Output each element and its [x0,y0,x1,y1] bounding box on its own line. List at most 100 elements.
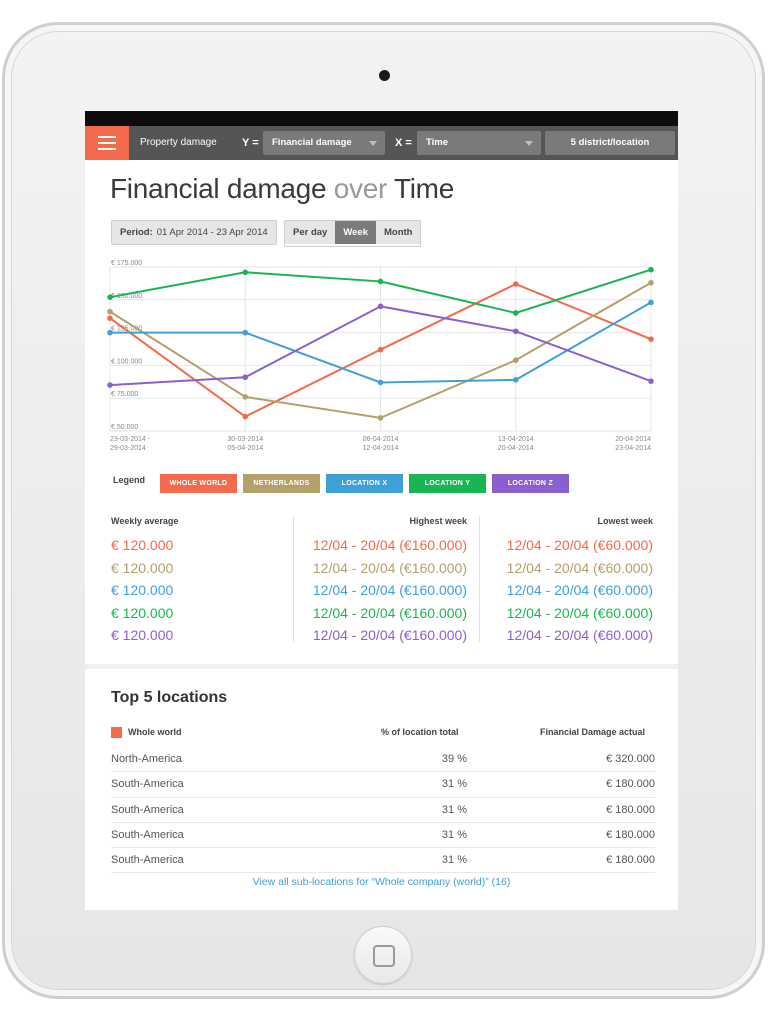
column-divider [293,516,294,642]
top-toolbar: Property damage Y = Financial damage X =… [85,126,678,160]
location-name: South-America [111,828,184,841]
data-point [242,269,249,276]
chevron-down-icon [369,141,377,146]
legend-label: Legend [113,475,146,485]
x-tick-label: 12-04-2014 [363,445,399,452]
data-point [512,310,519,316]
period-picker[interactable]: Period: 01 Apr 2014 - 23 Apr 2014 [111,220,277,245]
location-name: South-America [111,778,184,791]
location-name: South-America [111,803,184,816]
table-row[interactable]: South-America 31 % € 180.000 [111,823,655,849]
lowest-week-value: 12/04 - 20/04 (€60.000) [506,582,653,598]
y-axis-select[interactable]: Financial damage [263,131,385,155]
weekly-average-value: € 120.000 [111,559,174,576]
location-damage: € 180.000 [606,803,655,816]
data-point [242,413,249,420]
highest-week-heading: Highest week [409,516,467,526]
weekly-average-value: € 120.000 [111,627,174,643]
home-button[interactable] [354,926,412,984]
table-row[interactable]: North-America 39 % € 320.000 [111,747,655,773]
data-point [107,382,113,388]
granularity-week[interactable]: Week [335,221,376,244]
camera-dot [379,70,390,81]
location-damage: € 180.000 [606,854,655,867]
locations-title: Top 5 locations [111,689,228,706]
pct-column-header: % of location total [381,727,459,737]
view-all-sublocations-link[interactable]: View all sub-locations for “Whole compan… [85,876,678,888]
legend-item[interactable]: LOCATION Y [409,474,486,493]
location-damage: € 180.000 [606,828,655,841]
data-point [242,374,249,381]
table-row[interactable]: South-America 31 % € 180.000 [111,798,655,823]
x-tick-label: 23-03-2014 - [110,436,151,443]
period-value: 01 Apr 2014 - 23 Apr 2014 [156,227,268,238]
highest-week-value: 12/04 - 20/04 (€160.000) [312,559,467,576]
location-percent: 31 % [441,828,467,841]
location-percent: 31 % [441,778,467,791]
y-axis-prefix: Y = [242,137,259,149]
highest-week-column: Highest week 12/04 - 20/04 (€160.000) 12/… [295,516,467,647]
legend-item[interactable]: LOCATION X [326,474,403,493]
data-point [648,378,654,384]
column-divider [479,516,480,642]
x-axis-prefix: X = [395,137,412,149]
title-connector: over [333,173,388,204]
data-point [648,336,654,342]
x-tick-label: 29-03-2014 [110,445,146,452]
legend: WHOLE WORLD NETHERLANDS LOCATION X LOCATION… [160,474,569,493]
lowest-week-column: Lowest week 12/04 - 20/04 (€60.000) 12/04… [485,516,653,647]
status-bar [85,111,678,126]
location-damage: € 180.000 [606,778,655,791]
table-row[interactable]: South-America 31 % € 180.000 [111,848,655,874]
x-tick-label: 05-04-2014 [227,445,263,452]
data-point [377,278,384,285]
table-row[interactable]: South-America 31 % € 180.000 [111,772,655,798]
legend-item[interactable]: LOCATION Z [492,474,569,493]
location-percent: 31 % [441,803,467,816]
data-point [242,329,249,336]
lowest-week-heading: Lowest week [597,516,653,526]
whole-world-swatch [111,727,122,739]
data-point [377,379,384,386]
highest-week-value: 12/04 - 20/04 (€160.000) [312,627,467,643]
section-divider [85,664,678,669]
x-axis-select[interactable]: Time [417,131,541,155]
data-point [242,394,249,400]
location-percent: 31 % [441,854,467,867]
page-title: Financial damage over Time [110,173,454,205]
y-axis-select-value: Financial damage [272,137,352,148]
weekly-average-value: € 120.000 [111,537,174,553]
data-point [107,308,113,315]
location-filter-button[interactable]: 5 district/location [545,131,675,155]
y-tick-label: € 100.000 [111,358,142,365]
data-point [107,294,113,300]
legend-item[interactable]: WHOLE WORLD [160,474,237,493]
granularity-month[interactable]: Month [375,221,421,244]
x-tick-label: 20-04-2014 [498,445,534,452]
x-tick-label: 30-03-2014 [227,436,263,443]
lowest-week-value: 12/04 - 20/04 (€60.000) [506,627,653,643]
highest-week-value: 12/04 - 20/04 (€160.000) [312,582,467,598]
title-dimension: Time [393,173,454,204]
y-tick-label: € 175.000 [111,260,142,267]
weekly-average-value: € 120.000 [111,604,174,621]
location-percent: 39 % [441,753,467,765]
locations-table: North-America 39 % € 320.000 South-America 3… [111,747,655,874]
granularity-per-day[interactable]: Per day [285,221,336,244]
y-tick-label: € 75.000 [111,391,138,398]
legend-item[interactable]: NETHERLANDS [243,474,320,493]
title-measure: Financial damage [110,173,327,204]
data-point [648,266,654,273]
hamburger-menu-icon[interactable] [85,126,129,160]
weekly-average-value: € 120.000 [111,582,174,598]
location-name: South-America [111,854,184,867]
x-tick-label: 20-04-2014 [615,436,651,443]
dataset-label: Property damage [140,137,217,148]
data-point [512,357,519,363]
damage-column-header: Financial Damage actual [540,727,646,737]
data-point [512,328,519,335]
x-axis-select-value: Time [426,137,449,148]
data-point [377,303,384,310]
y-tick-label: € 50.000 [111,424,138,431]
data-point [648,299,654,306]
